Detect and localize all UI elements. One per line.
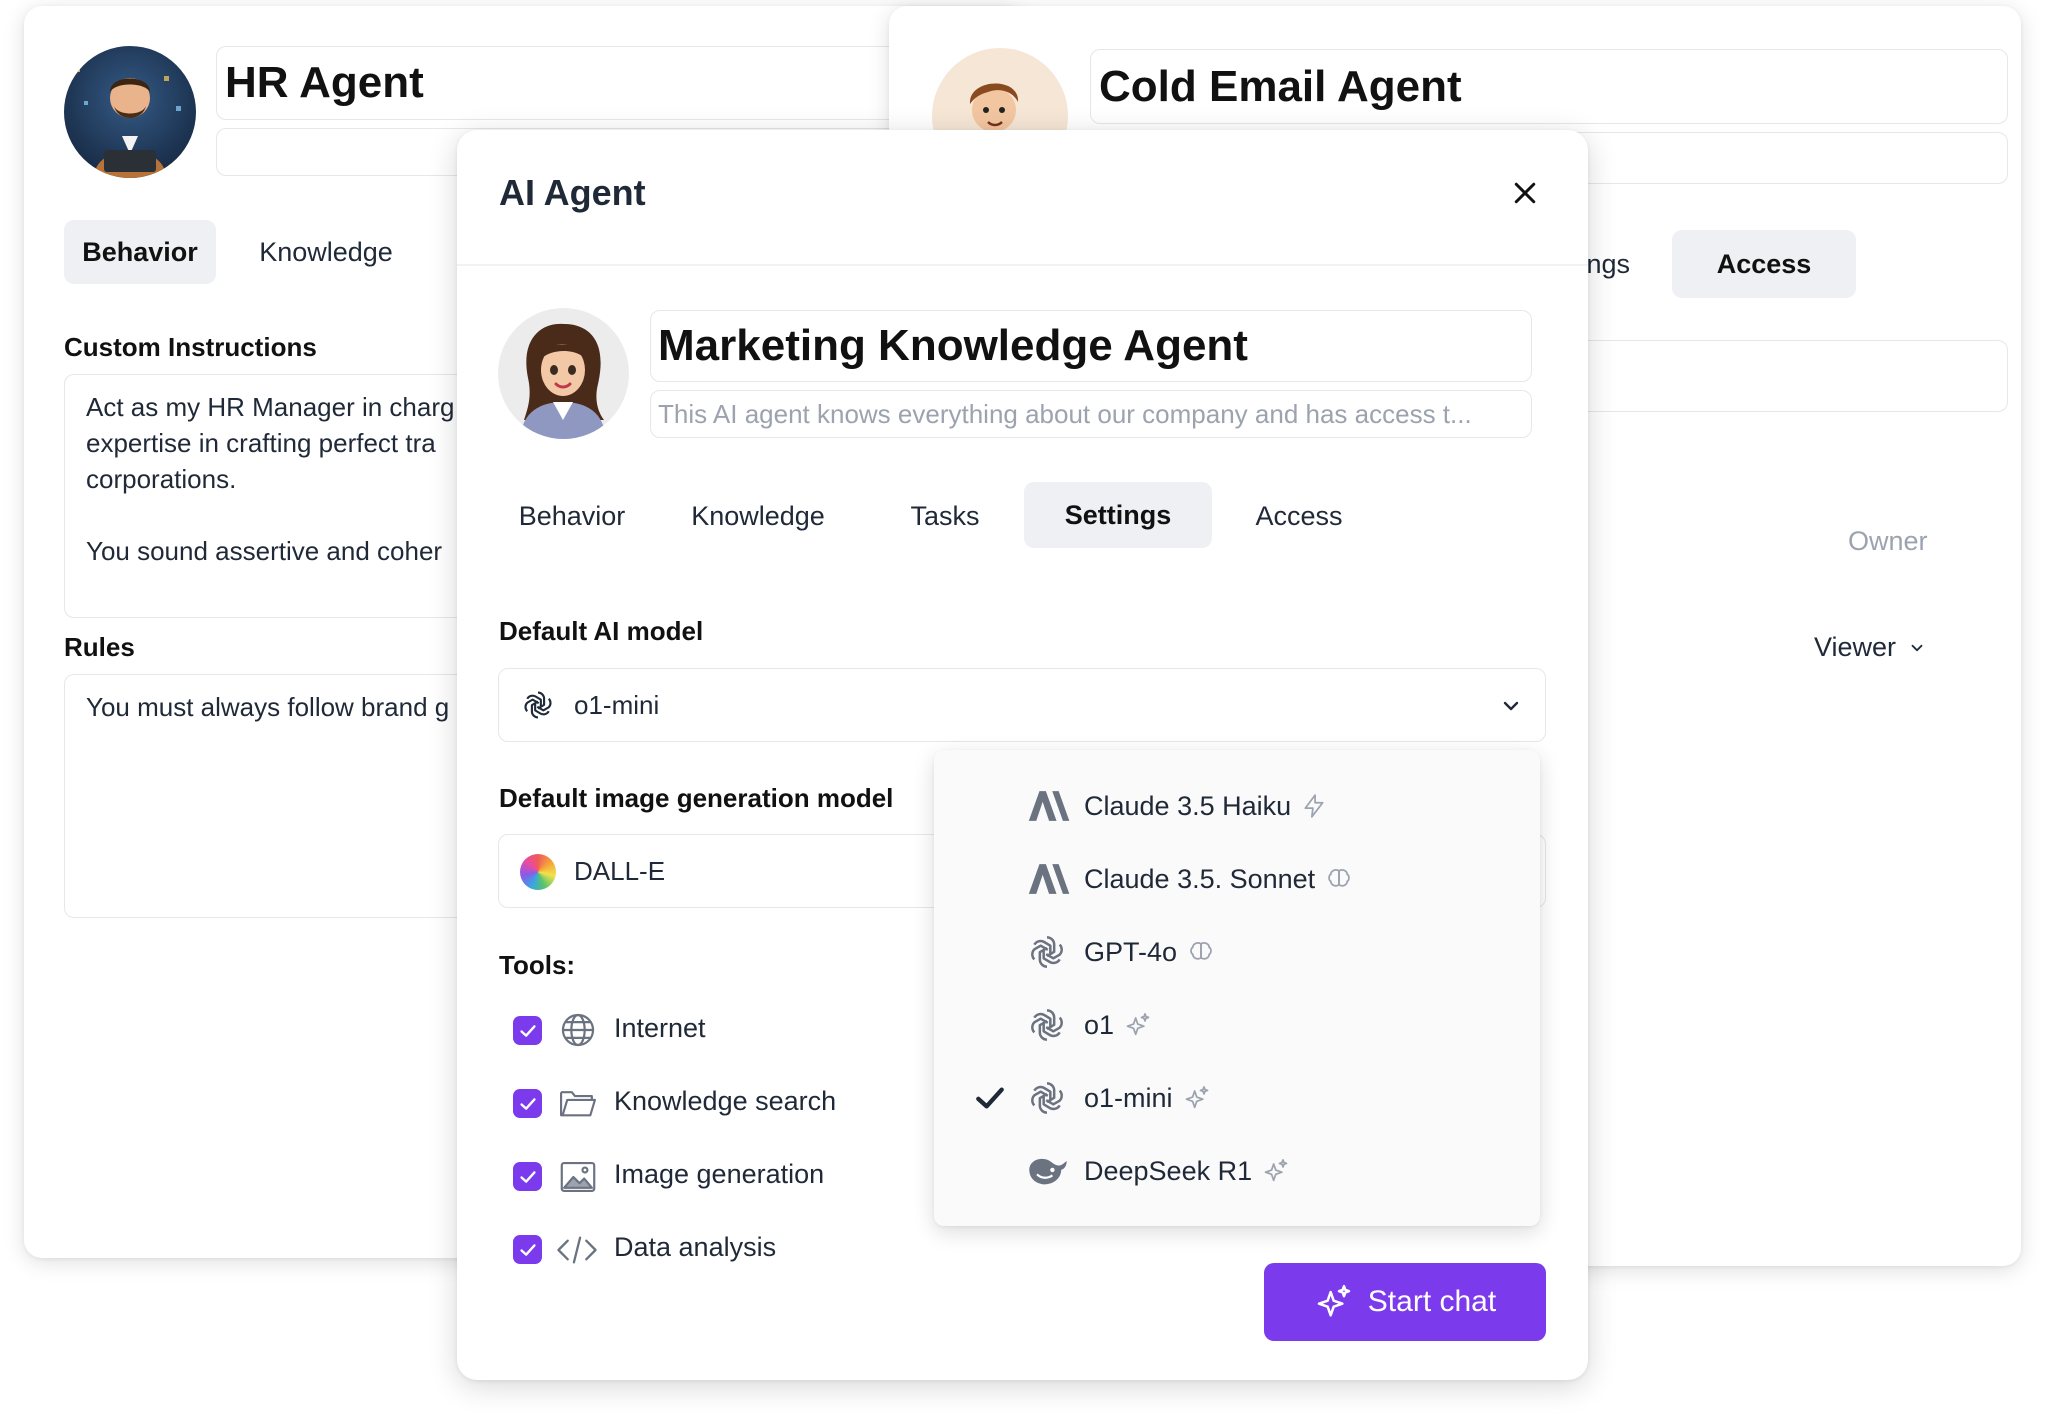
deepseek-icon [1026,1154,1070,1188]
hr-agent-avatar [64,46,196,178]
sparkle-icon [1314,1282,1354,1322]
model-option-label: o1 [1084,1009,1115,1040]
model-option-label: o1-mini [1084,1082,1173,1113]
sparkle-icon [1262,1157,1290,1185]
close-icon [1514,182,1536,204]
rules-label: Rules [64,632,135,662]
internet-checkbox[interactable] [513,1016,542,1045]
anthropic-icon [1026,863,1070,895]
chevron-down-icon [1911,644,1923,651]
check-icon [517,1093,539,1115]
hr-tab-behavior[interactable]: Behavior [64,220,216,284]
model-option-o1-mini[interactable]: o1-mini [934,1062,1540,1134]
openai-icon [1027,1078,1067,1118]
default-ai-model-label: Default AI model [499,616,704,646]
tool-knowledge-search-label: Knowledge search [614,1086,837,1116]
openai-icon [521,688,555,722]
agent-name-input[interactable]: Marketing Knowledge Agent [650,310,1532,382]
model-dropdown-menu: Claude 3.5 Haiku Claude 3.5. Sonnet GPT-… [934,750,1540,1226]
marketing-agent-avatar [498,308,629,439]
hr-agent-name[interactable]: HR Agent [216,46,916,120]
tab-access[interactable]: Access [1240,484,1358,548]
image-generation-checkbox[interactable] [513,1162,542,1191]
model-option-claude-sonnet[interactable]: Claude 3.5. Sonnet [934,843,1540,915]
tab-knowledge[interactable]: Knowledge [678,484,838,548]
model-option-label: Claude 3.5. Sonnet [1084,863,1316,894]
bolt-icon [1301,793,1327,819]
viewer-role-label: Viewer [1814,632,1897,662]
tab-tasks[interactable]: Tasks [890,484,1000,548]
hr-tab-knowledge[interactable]: Knowledge [236,220,416,284]
tools-label: Tools: [499,950,576,980]
model-option-gpt-4o[interactable]: GPT-4o [934,916,1540,988]
agent-description-input[interactable]: This AI agent knows everything about our… [650,390,1532,438]
check-icon [517,1166,539,1188]
modal-header-divider [457,264,1588,266]
image-icon [560,1162,596,1192]
close-button[interactable] [1506,174,1544,212]
model-option-label: Claude 3.5 Haiku [1084,790,1292,821]
model-option-label: DeepSeek R1 [1084,1155,1253,1186]
dalle-icon [520,854,556,890]
openai-icon [1027,1005,1067,1045]
sparkle-icon [1124,1011,1152,1039]
knowledge-search-checkbox[interactable] [513,1089,542,1118]
openai-icon [1027,932,1067,972]
data-analysis-checkbox[interactable] [513,1235,542,1264]
brain-icon [1325,865,1353,893]
model-option-claude-haiku[interactable]: Claude 3.5 Haiku [934,770,1540,842]
folder-icon [560,1091,596,1117]
code-icon [557,1236,597,1264]
custom-instructions-label: Custom Instructions [64,332,317,362]
check-icon [517,1020,539,1042]
start-chat-label: Start chat [1367,1285,1497,1318]
viewer-role-dropdown[interactable]: Viewer [1814,632,1926,663]
anthropic-icon [1026,790,1070,822]
model-option-o1[interactable]: o1 [934,989,1540,1061]
model-option-deepseek-r1[interactable]: DeepSeek R1 [934,1135,1540,1207]
owner-role-label: Owner [1848,526,1928,556]
cold-email-agent-name[interactable]: Cold Email Agent [1090,49,2008,124]
tab-settings[interactable]: Settings [1024,482,1212,548]
checkmark-icon [970,1078,1010,1118]
modal-title: AI Agent [499,172,646,213]
model-option-label: GPT-4o [1084,936,1178,967]
brain-icon [1187,938,1215,966]
chevron-down-icon [1503,701,1519,711]
tool-internet-label: Internet [614,1013,706,1043]
access-input[interactable] [1560,340,2008,412]
tab-behavior[interactable]: Behavior [506,484,638,548]
start-chat-button[interactable]: Start chat [1264,1263,1546,1341]
tool-data-analysis-label: Data analysis [614,1232,777,1262]
default-ai-model-select[interactable]: o1-mini [498,668,1546,742]
globe-icon [561,1013,595,1047]
image-model-value: DALL-E [574,855,666,886]
default-ai-model-value: o1-mini [574,689,660,720]
check-icon [517,1239,539,1261]
tool-image-generation-label: Image generation [614,1159,825,1189]
image-model-label: Default image generation model [499,783,894,813]
sparkle-icon [1183,1084,1211,1112]
email-tab-access[interactable]: Access [1672,230,1856,298]
